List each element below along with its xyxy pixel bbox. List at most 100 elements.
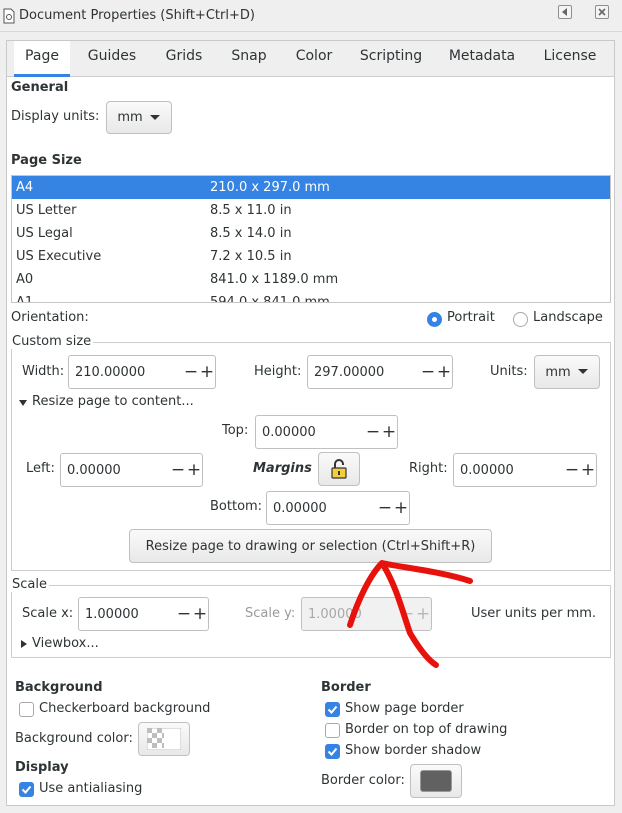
- checkerboard-checkbox[interactable]: [19, 702, 34, 717]
- height-spinbox[interactable]: 297.00000 − +: [307, 355, 453, 389]
- portrait-label[interactable]: Portrait: [447, 310, 495, 325]
- list-item[interactable]: A4 210.0 x 297.0 mm: [12, 176, 610, 199]
- margins-label: Margins: [253, 461, 312, 476]
- show-border-label[interactable]: Show page border: [345, 701, 464, 716]
- tab-page[interactable]: Page: [14, 41, 70, 77]
- border-on-top-label[interactable]: Border on top of drawing: [345, 722, 507, 737]
- page-size-name: US Executive: [16, 249, 102, 264]
- tab-metadata[interactable]: Metadata: [446, 41, 518, 77]
- page-size-name: US Legal: [16, 226, 73, 241]
- portrait-radio[interactable]: [427, 312, 442, 327]
- viewbox-expander[interactable]: Viewbox...: [32, 636, 99, 651]
- tab-snap[interactable]: Snap: [226, 41, 272, 77]
- increment-icon[interactable]: +: [436, 364, 452, 381]
- left-margin-input[interactable]: 0.00000: [67, 463, 170, 478]
- increment-icon[interactable]: +: [199, 364, 215, 381]
- bottom-margin-spinbox[interactable]: 0.00000 − +: [266, 491, 410, 525]
- background-heading: Background: [15, 680, 103, 695]
- scale-x-spinbox[interactable]: 1.00000 − +: [78, 597, 209, 631]
- width-label: Width:: [22, 364, 65, 379]
- height-label: Height:: [254, 364, 302, 379]
- scale-y-input: 1.00000: [308, 606, 362, 622]
- decrement-icon[interactable]: −: [365, 424, 381, 441]
- tab-guides[interactable]: Guides: [84, 41, 140, 77]
- increment-icon[interactable]: +: [393, 500, 409, 517]
- left-margin-spinbox[interactable]: 0.00000 − +: [60, 453, 203, 487]
- page-size-dimensions: 210.0 x 297.0 mm: [210, 180, 330, 195]
- width-spinbox[interactable]: 210.00000 − +: [68, 355, 216, 389]
- list-item[interactable]: US Legal 8.5 x 14.0 in: [12, 222, 610, 245]
- decrement-icon[interactable]: −: [564, 462, 580, 479]
- display-units-dropdown[interactable]: mm: [106, 101, 172, 134]
- tab-color[interactable]: Color: [291, 41, 337, 77]
- page-size-dimensions: 841.0 x 1189.0 mm: [210, 272, 339, 287]
- height-input[interactable]: 297.00000: [314, 365, 420, 380]
- decrement-icon[interactable]: −: [170, 462, 186, 479]
- decrement-icon[interactable]: −: [176, 606, 192, 623]
- top-margin-input[interactable]: 0.00000: [262, 425, 365, 440]
- page-size-dimensions: 8.5 x 14.0 in: [210, 226, 292, 241]
- increment-icon[interactable]: +: [186, 462, 202, 479]
- units-value: mm: [545, 364, 571, 380]
- right-margin-spinbox[interactable]: 0.00000 − +: [453, 453, 597, 487]
- checkerboard-label[interactable]: Checkerboard background: [39, 701, 210, 716]
- bottom-margin-input[interactable]: 0.00000: [273, 501, 377, 516]
- border-color-swatch: [420, 770, 452, 792]
- tab-grids[interactable]: Grids: [160, 41, 208, 77]
- list-item[interactable]: A0 841.0 x 1189.0 mm: [12, 268, 610, 291]
- unlock-icon: [331, 459, 347, 479]
- decrement-icon[interactable]: −: [420, 364, 436, 381]
- width-input[interactable]: 210.00000: [75, 365, 183, 380]
- window-title: Document Properties (Shift+Ctrl+D): [19, 8, 255, 23]
- scale-y-label: Scale y:: [245, 606, 296, 621]
- close-icon: [598, 8, 606, 16]
- decrement-icon[interactable]: −: [183, 364, 199, 381]
- display-heading: Display: [15, 760, 69, 775]
- page-size-name: A4: [16, 180, 34, 195]
- dock-button[interactable]: [558, 5, 572, 19]
- border-color-button[interactable]: [410, 764, 462, 798]
- scale-x-label: Scale x:: [22, 606, 74, 621]
- right-margin-input[interactable]: 0.00000: [460, 463, 564, 478]
- border-shadow-checkbox[interactable]: [325, 744, 340, 759]
- tab-scripting[interactable]: Scripting: [356, 41, 426, 77]
- top-margin-spinbox[interactable]: 0.00000 − +: [255, 415, 398, 449]
- landscape-radio[interactable]: [513, 312, 528, 327]
- checkerboard-swatch-icon: [147, 728, 181, 750]
- increment-icon[interactable]: +: [192, 606, 208, 623]
- chevron-down-icon: [577, 369, 588, 374]
- units-dropdown[interactable]: mm: [534, 355, 600, 389]
- border-color-label: Border color:: [321, 773, 405, 788]
- increment-icon[interactable]: +: [381, 424, 397, 441]
- scale-x-input[interactable]: 1.00000: [85, 607, 176, 622]
- antialiasing-label[interactable]: Use antialiasing: [39, 781, 142, 796]
- border-on-top-checkbox[interactable]: [325, 723, 340, 738]
- decrement-icon[interactable]: −: [377, 500, 393, 517]
- scale-label: Scale: [10, 577, 49, 592]
- antialiasing-checkbox[interactable]: [19, 782, 34, 797]
- border-shadow-label[interactable]: Show border shadow: [345, 743, 481, 758]
- resize-page-expander[interactable]: Resize page to content...: [32, 394, 194, 409]
- resize-to-drawing-button[interactable]: Resize page to drawing or selection (Ctr…: [129, 529, 492, 563]
- list-item[interactable]: US Letter 8.5 x 11.0 in: [12, 199, 610, 222]
- scale-y-spinbox: 1.00000 − +: [301, 597, 432, 631]
- margins-lock-button[interactable]: [318, 452, 360, 486]
- page-size-list[interactable]: A4 210.0 x 297.0 mm US Letter 8.5 x 11.0 i…: [11, 175, 611, 303]
- decrement-icon: −: [399, 604, 415, 624]
- arrow-left-icon: [562, 8, 567, 16]
- tab-license[interactable]: License: [538, 41, 602, 77]
- increment-icon[interactable]: +: [580, 462, 596, 479]
- list-item[interactable]: A1 594.0 x 841.0 mm: [12, 291, 610, 302]
- right-margin-label: Right:: [409, 461, 448, 476]
- units-label: Units:: [490, 364, 528, 379]
- close-button[interactable]: [595, 5, 609, 19]
- general-heading: General: [11, 80, 69, 95]
- show-border-checkbox[interactable]: [325, 702, 340, 717]
- expander-down-icon[interactable]: [18, 398, 28, 408]
- list-item[interactable]: US Executive 7.2 x 10.5 in: [12, 245, 610, 268]
- landscape-label[interactable]: Landscape: [533, 310, 603, 325]
- expander-right-icon[interactable]: [20, 639, 28, 649]
- bottom-margin-label: Bottom:: [210, 499, 263, 514]
- page-size-heading: Page Size: [11, 153, 82, 168]
- background-color-button[interactable]: [138, 722, 190, 756]
